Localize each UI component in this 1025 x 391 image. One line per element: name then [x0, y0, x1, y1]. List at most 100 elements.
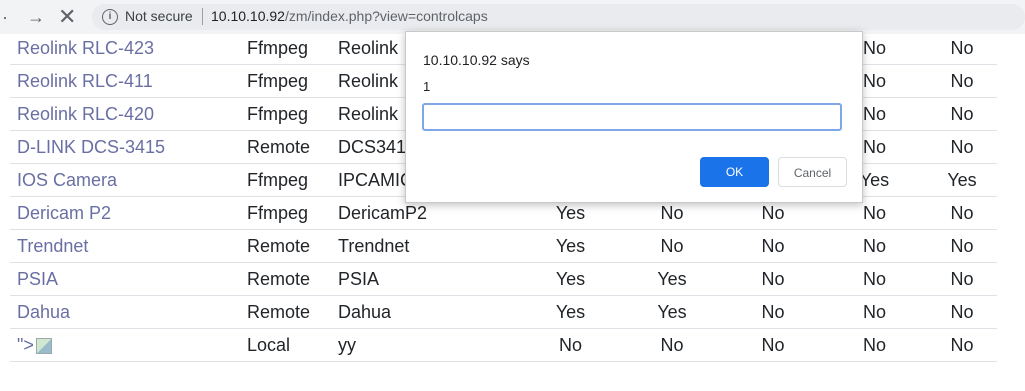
- type-cell-text: Remote: [247, 235, 311, 256]
- prompt-input[interactable]: [422, 103, 842, 131]
- capability-cell-text: No: [862, 136, 886, 157]
- camera-name-link-text[interactable]: Trendnet: [17, 236, 88, 256]
- dialog-message: 1: [423, 79, 431, 94]
- protocol-cell: Trendnet: [338, 229, 521, 263]
- info-icon[interactable]: i: [102, 9, 118, 25]
- capability-cell: No: [724, 229, 822, 263]
- capability-cell-text: No: [950, 268, 974, 289]
- type-cell-text: Ffmpeg: [247, 37, 309, 58]
- capability-cell-text: Yes: [555, 301, 586, 322]
- arrow-right-icon[interactable]: →: [27, 5, 45, 29]
- capability-cell-text: No: [950, 136, 974, 157]
- divider: [202, 8, 203, 25]
- camera-name-link-text[interactable]: ">: [17, 335, 34, 355]
- capability-cell-text: No: [862, 70, 886, 91]
- camera-name-link-text[interactable]: Dericam P2: [17, 203, 111, 223]
- capability-cell: No: [620, 229, 724, 263]
- capability-cell-text: No: [660, 235, 684, 256]
- capability-cell-text: No: [660, 202, 684, 223]
- browser-toolbar: · → ✕ i Not secure 10.10.10.92/zm/index.…: [0, 0, 1025, 34]
- camera-name-link[interactable]: Dericam P2: [10, 196, 247, 230]
- type-cell-text: Ffmpeg: [247, 103, 309, 124]
- camera-name-link[interactable]: Trendnet: [10, 229, 247, 263]
- type-cell-text: Ffmpeg: [247, 202, 309, 223]
- protocol-cell-text: Reolink: [338, 37, 399, 58]
- capability-cell-text: Yes: [555, 268, 586, 289]
- protocol-cell-text: Reolink: [338, 70, 399, 91]
- capability-cell: No: [521, 328, 620, 362]
- close-icon[interactable]: ✕: [58, 5, 76, 29]
- capability-cell-text: No: [862, 103, 886, 124]
- type-cell-text: Remote: [247, 136, 311, 157]
- capability-cell-text: No: [660, 334, 684, 355]
- address-bar[interactable]: i Not secure 10.10.10.92/zm/index.php?vi…: [92, 4, 1025, 30]
- protocol-cell-text: Trendnet: [338, 235, 410, 256]
- camera-name-link-text[interactable]: PSIA: [17, 269, 58, 289]
- camera-name-link[interactable]: Reolink RLC-420: [10, 97, 247, 131]
- type-cell: Ffmpeg: [247, 97, 338, 131]
- camera-name-link[interactable]: Reolink RLC-411: [10, 64, 247, 98]
- cancel-button[interactable]: Cancel: [778, 157, 847, 187]
- capability-cell-text: No: [862, 202, 886, 223]
- type-cell: Remote: [247, 295, 338, 329]
- capability-cell: No: [927, 295, 997, 329]
- type-cell: Ffmpeg: [247, 32, 338, 65]
- capability-cell-text: No: [558, 334, 582, 355]
- capability-cell-text: No: [950, 235, 974, 256]
- capability-cell-text: No: [761, 334, 785, 355]
- camera-name-link-text[interactable]: Reolink RLC-420: [17, 104, 154, 124]
- capability-cell: No: [822, 229, 927, 263]
- capability-cell-text: Yes: [657, 301, 687, 322]
- camera-name-link[interactable]: IOS Camera: [10, 163, 247, 197]
- capability-cell-text: No: [862, 268, 886, 289]
- capability-cell: No: [927, 130, 997, 164]
- capability-cell-text: No: [862, 301, 886, 322]
- broken-image-icon: [35, 337, 52, 354]
- capability-cell-text: No: [761, 235, 785, 256]
- ok-button[interactable]: OK: [700, 157, 769, 187]
- capability-cell-text: No: [950, 202, 974, 223]
- camera-name-link-text[interactable]: Reolink RLC-423: [17, 38, 154, 58]
- capability-cell: No: [927, 262, 997, 296]
- dialog-title: 10.10.10.92 says: [423, 52, 530, 68]
- capability-cell-text: Yes: [555, 235, 586, 256]
- camera-name-link-text[interactable]: IOS Camera: [17, 170, 117, 190]
- camera-name-link-text[interactable]: D-LINK DCS-3415: [17, 137, 165, 157]
- capability-cell: No: [927, 32, 997, 65]
- table-row: Trendnet Remote Trendnet Yes No No No No: [10, 229, 997, 263]
- capability-cell: No: [927, 196, 997, 230]
- protocol-cell-text: DCS341: [338, 136, 407, 157]
- type-cell: Ffmpeg: [247, 64, 338, 98]
- url-text[interactable]: 10.10.10.92/zm/index.php?view=controlcap…: [211, 8, 488, 24]
- type-cell-text: Remote: [247, 268, 311, 289]
- capability-cell: No: [822, 328, 927, 362]
- type-cell: Ffmpeg: [247, 163, 338, 197]
- camera-name-link[interactable]: Reolink RLC-423: [10, 32, 247, 65]
- protocol-cell-text: DericamP2: [338, 202, 428, 223]
- capability-cell: No: [724, 262, 822, 296]
- capability-cell: Yes: [521, 262, 620, 296]
- capability-cell: Yes: [521, 295, 620, 329]
- capability-cell: No: [724, 328, 822, 362]
- capability-cell: Yes: [927, 163, 997, 197]
- type-cell: Remote: [247, 262, 338, 296]
- url-path: /zm/index.php?view=controlcaps: [284, 8, 488, 24]
- capability-cell: No: [927, 97, 997, 131]
- protocol-cell-text: IPCAMIC: [338, 169, 414, 190]
- type-cell: Local: [247, 328, 338, 362]
- capability-cell-text: Yes: [947, 169, 977, 190]
- capability-cell-text: No: [761, 202, 785, 223]
- capability-cell: No: [822, 262, 927, 296]
- capability-cell-text: Yes: [859, 169, 890, 190]
- capability-cell-text: Yes: [657, 268, 687, 289]
- camera-name-link-text[interactable]: Dahua: [17, 302, 70, 322]
- camera-name-link[interactable]: Dahua: [10, 295, 247, 329]
- type-cell: Ffmpeg: [247, 196, 338, 230]
- capability-cell-text: No: [862, 235, 886, 256]
- camera-name-link[interactable]: D-LINK DCS-3415: [10, 130, 247, 164]
- camera-name-link-text[interactable]: Reolink RLC-411: [17, 71, 153, 91]
- arrow-left-icon[interactable]: ·: [2, 5, 8, 29]
- camera-name-link[interactable]: ">: [10, 328, 247, 362]
- table-row: "> Local yy No No No No No: [10, 328, 997, 362]
- camera-name-link[interactable]: PSIA: [10, 262, 247, 296]
